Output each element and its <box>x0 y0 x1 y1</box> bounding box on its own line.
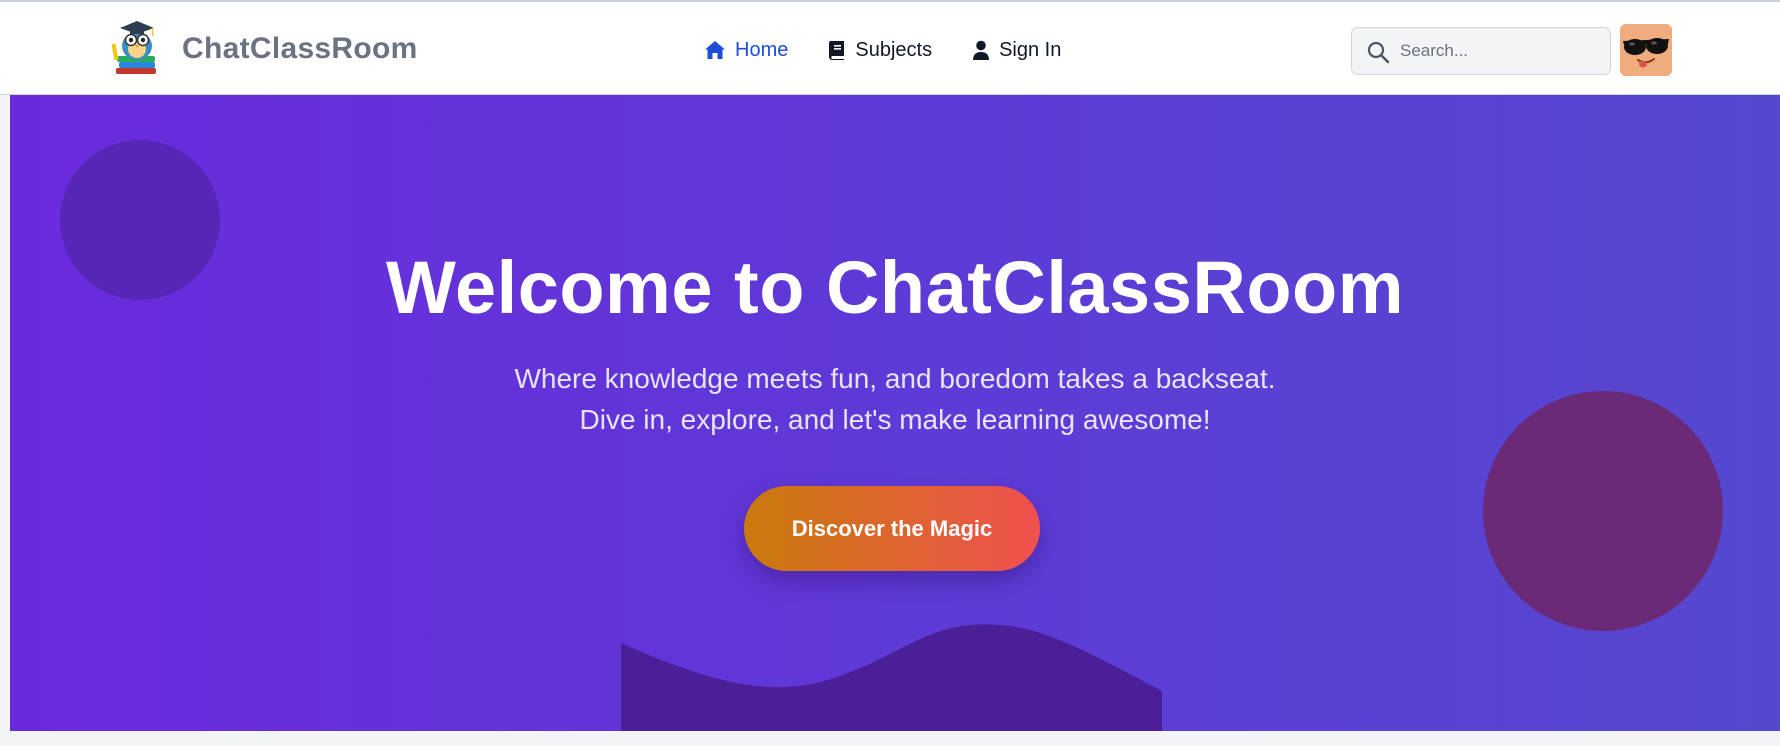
home-icon <box>705 41 725 59</box>
nav-link-label: Home <box>735 38 789 61</box>
nav-link-home[interactable]: Home <box>704 39 788 62</box>
owl-logo-icon <box>111 21 156 74</box>
brand-link[interactable]: ChatClassRoom <box>110 18 418 80</box>
user-icon <box>973 40 990 60</box>
nav-link-sign-in[interactable]: Sign In <box>972 39 1061 62</box>
nav-link-label: Sign In <box>999 38 1062 61</box>
search-icon <box>1367 41 1390 64</box>
hero-subtitle-line: Dive in, explore, and let's make learnin… <box>579 404 1211 435</box>
navbar: ChatClassRoom Home Subjects Sign In Sear… <box>0 0 1780 95</box>
nav-link-label: Subjects <box>855 38 933 61</box>
discover-magic-button[interactable]: Discover the Magic <box>744 486 1040 571</box>
search-input[interactable] <box>1400 28 1600 74</box>
main-nav: Home Subjects Sign In <box>704 32 1061 68</box>
hero-subtitle-line: Where knowledge meets fun, and boredom t… <box>514 363 1276 394</box>
user-avatar[interactable] <box>1620 24 1672 76</box>
page: ChatClassRoom Home Subjects Sign In Sear… <box>0 0 1780 746</box>
decorative-wave <box>621 624 1162 731</box>
hero-subtitle: Where knowledge meets fun, and boredom t… <box>10 358 1780 440</box>
nav-link-subjects[interactable]: Subjects <box>828 39 932 62</box>
book-icon <box>829 40 845 60</box>
hero-title: Welcome to ChatClassRoom <box>385 246 1405 329</box>
sunglasses-emoji-icon <box>1620 24 1672 76</box>
brand-name: ChatClassRoom <box>182 32 418 65</box>
search-box <box>1351 27 1611 75</box>
hero-section: Welcome to ChatClassRoom Where knowledge… <box>10 95 1780 731</box>
